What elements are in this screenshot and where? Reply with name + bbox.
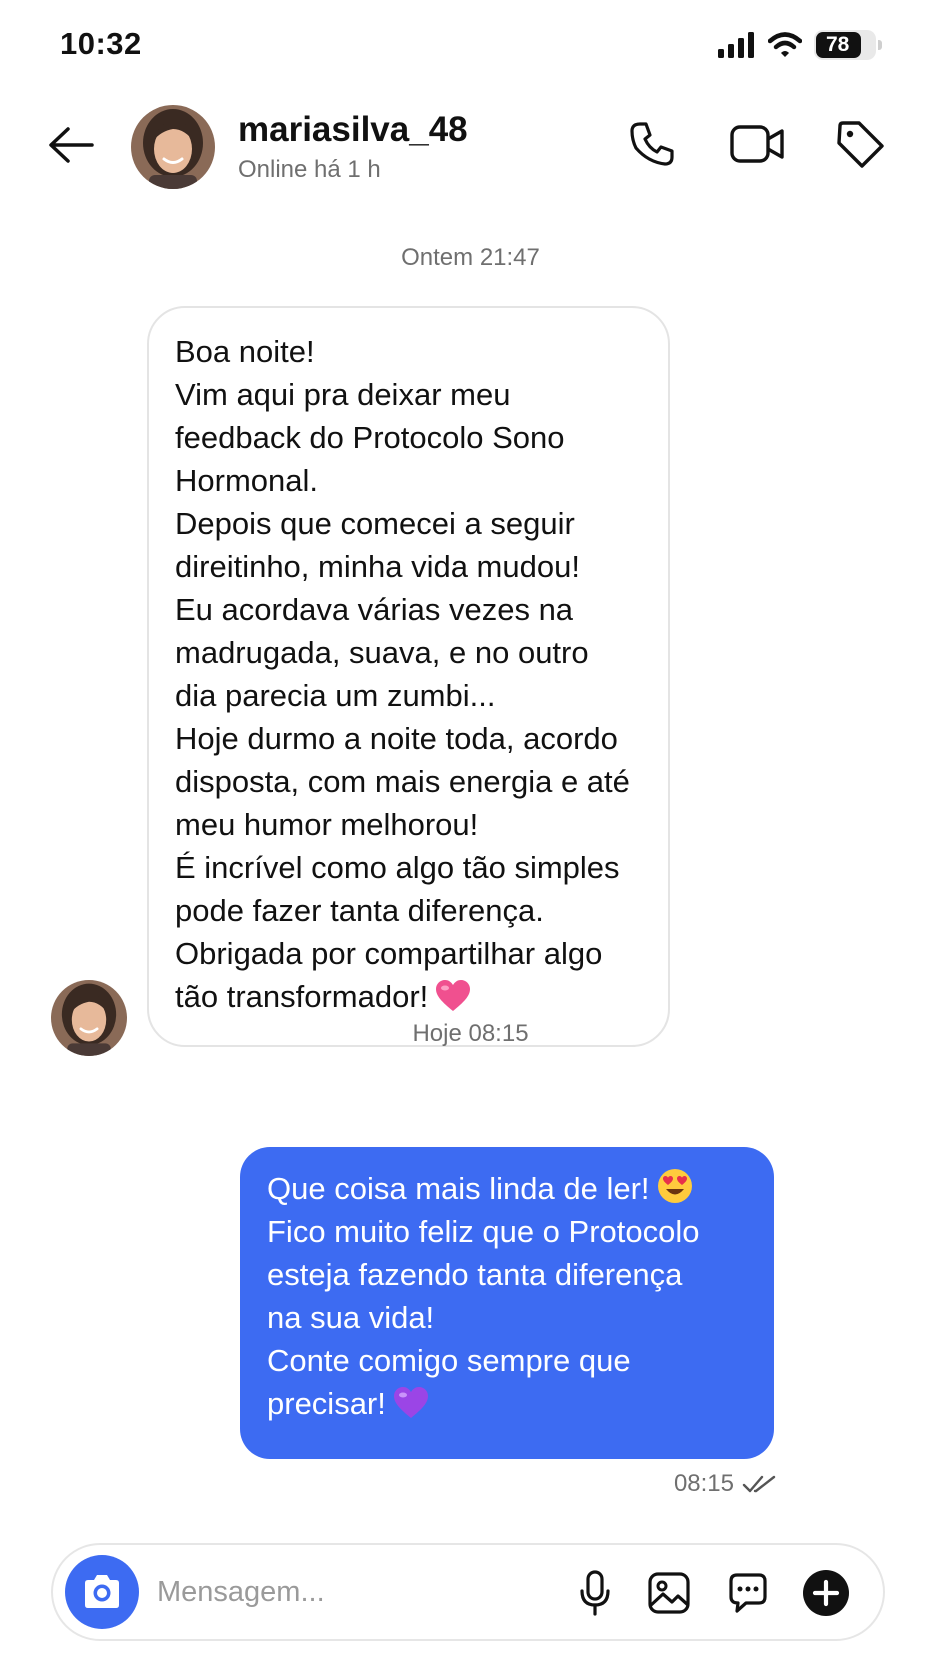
avatar-photo: [131, 105, 215, 189]
video-camera-icon: [730, 125, 784, 163]
read-receipt: 08:15: [674, 1470, 776, 1498]
contact-status: Online há 1 h: [238, 156, 381, 183]
message-line: Fico muito feliz que o Protocolo: [267, 1214, 700, 1249]
tag-icon: [837, 121, 884, 168]
sent-time: 08:15: [673, 1470, 734, 1497]
chat-options-button[interactable]: [720, 1565, 776, 1621]
status-bar: 10:32 78: [0, 0, 941, 92]
message-line: Hoje durmo a noite toda, acordo: [175, 721, 618, 756]
message-line: É incrível como algo tão simples: [175, 850, 620, 885]
message-text: precisar!: [267, 1386, 386, 1421]
back-arrow-icon: [49, 127, 94, 163]
message-line-last: tão transformador!: [175, 975, 648, 1018]
message-text: tão transformador!: [175, 979, 429, 1014]
tag-button[interactable]: [830, 114, 890, 174]
add-attachment-button[interactable]: [798, 1565, 854, 1621]
plus-circle-icon: [803, 1570, 849, 1616]
chat-header: mariasilva_48 Online há 1 h: [0, 92, 941, 207]
status-time: 10:32: [60, 26, 142, 61]
message-line: meu humor melhorou!: [175, 807, 479, 842]
microphone-icon: [580, 1570, 610, 1616]
video-call-button[interactable]: [727, 114, 787, 174]
message-line: dia parecia um zumbi...: [175, 678, 496, 713]
message-line: direitinho, minha vida mudou!: [175, 549, 580, 584]
chat-bubble-icon: [729, 1573, 767, 1613]
message-input[interactable]: [157, 1567, 457, 1617]
message-line-last: precisar!: [267, 1382, 756, 1425]
message-line: madrugada, suava, e no outro: [175, 635, 589, 670]
battery-tip: [878, 40, 882, 50]
signal-icon: [718, 32, 754, 58]
contact-name[interactable]: mariasilva_48: [238, 110, 468, 150]
message-line: Conte comigo sempre que: [267, 1343, 631, 1378]
message-line: disposta, com mais energia e até: [175, 764, 630, 799]
status-indicators: 78: [718, 30, 882, 60]
pink-heart-emoji: [436, 980, 471, 1011]
battery-level: 78: [826, 33, 850, 56]
message-line: Vim aqui pra deixar meu: [175, 377, 511, 412]
double-check-icon: [742, 1475, 776, 1493]
voice-call-button[interactable]: [622, 114, 682, 174]
message-line: Que coisa mais linda de ler!: [267, 1167, 756, 1210]
outgoing-timestamp: Hoje 08:15: [412, 1020, 529, 1047]
image-icon: [648, 1572, 690, 1614]
camera-icon: [85, 1575, 119, 1608]
message-line: pode fazer tanta diferença.: [175, 893, 544, 928]
message-text: Que coisa mais linda de ler!: [267, 1171, 650, 1206]
incoming-message-bubble[interactable]: Boa noite! Vim aqui pra deixar meu feedb…: [147, 306, 670, 1047]
message-composer: [51, 1543, 885, 1641]
phone-icon: [630, 122, 674, 166]
wifi-icon: [768, 32, 802, 57]
incoming-timestamp: Ontem 21:47: [401, 244, 540, 271]
message-line: na sua vida!: [267, 1300, 435, 1335]
message-line: Boa noite!: [175, 334, 315, 369]
message-line: Obrigada por compartilhar algo: [175, 936, 603, 971]
message-line: Hormonal.: [175, 463, 318, 498]
outgoing-message-bubble[interactable]: Que coisa mais linda de ler! Fico muito …: [240, 1147, 774, 1459]
camera-button[interactable]: [65, 1555, 139, 1629]
back-button[interactable]: [40, 114, 102, 176]
message-line: Eu acordava várias vezes na: [175, 592, 574, 627]
purple-heart-emoji: [393, 1387, 428, 1418]
message-line: Depois que comecei a seguir: [175, 506, 575, 541]
message-line: esteja fazendo tanta diferença: [267, 1257, 683, 1292]
gallery-button[interactable]: [641, 1565, 697, 1621]
voice-message-button[interactable]: [567, 1565, 623, 1621]
contact-avatar[interactable]: [131, 105, 215, 189]
message-line: feedback do Protocolo Sono: [175, 420, 565, 455]
heart-eyes-emoji: [657, 1169, 692, 1203]
battery-indicator: 78: [814, 30, 882, 60]
